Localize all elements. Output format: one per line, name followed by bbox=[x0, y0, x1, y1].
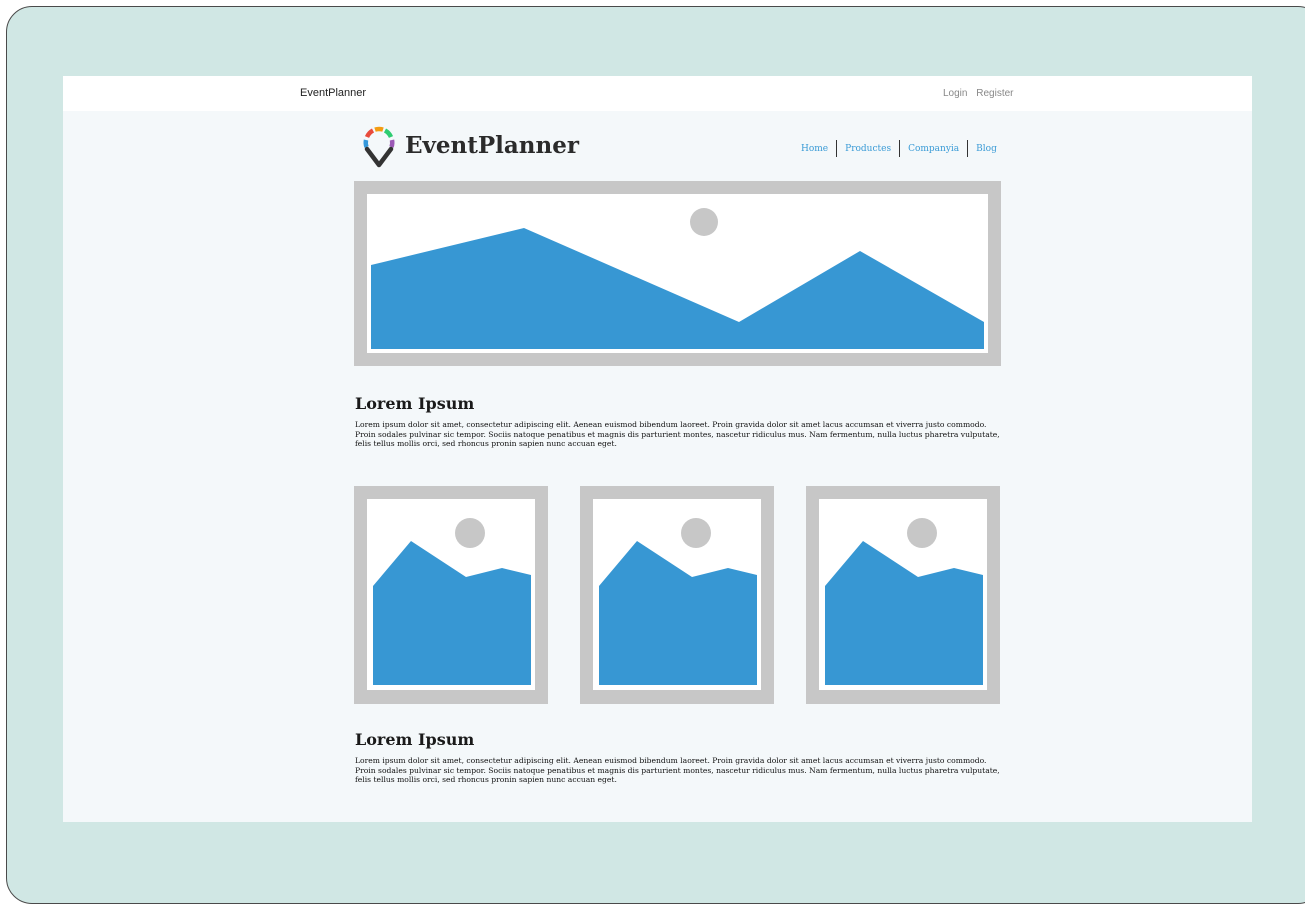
nav-divider bbox=[967, 140, 969, 157]
top-bar-brand[interactable]: EventPlanner bbox=[300, 87, 366, 99]
thumbnail-image-placeholder-icon bbox=[580, 486, 774, 704]
page: EventPlanner Login Register EventPlanner… bbox=[63, 76, 1252, 822]
section-title: Lorem Ipsum bbox=[355, 730, 475, 749]
site-logo-text[interactable]: EventPlanner bbox=[405, 132, 579, 159]
top-bar: EventPlanner Login Register bbox=[63, 76, 1252, 111]
section-body: Lorem ipsum dolor sit amet, consectetur … bbox=[355, 756, 1000, 785]
thumbnail-image-placeholder-icon bbox=[354, 486, 548, 704]
thumbnail-image-placeholder-icon bbox=[806, 486, 1000, 704]
top-bar-links: Login Register bbox=[943, 88, 1020, 99]
hero-image-placeholder-icon bbox=[354, 181, 1001, 366]
nav-home[interactable]: Home bbox=[801, 144, 828, 154]
nav-blog[interactable]: Blog bbox=[976, 144, 997, 154]
nav-productes[interactable]: Productes bbox=[845, 144, 891, 154]
nav-companyia[interactable]: Companyia bbox=[908, 144, 959, 154]
section-title: Lorem Ipsum bbox=[355, 394, 475, 413]
register-link[interactable]: Register bbox=[976, 88, 1013, 99]
map-pin-icon bbox=[363, 126, 395, 168]
login-link[interactable]: Login bbox=[943, 88, 967, 99]
nav-divider bbox=[836, 140, 838, 157]
main-nav: Home Productes Companyia Blog bbox=[801, 140, 997, 157]
section-body: Lorem ipsum dolor sit amet, consectetur … bbox=[355, 420, 1000, 449]
nav-divider bbox=[899, 140, 901, 157]
